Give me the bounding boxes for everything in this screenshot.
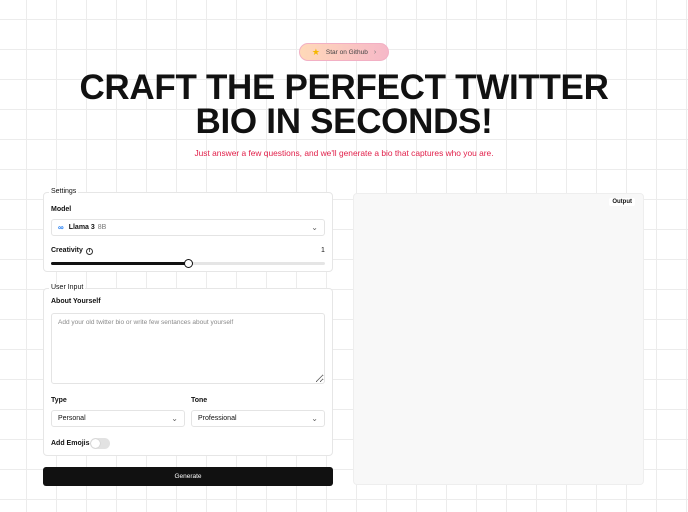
slider-thumb[interactable]	[183, 259, 193, 268]
about-label: About Yourself	[51, 298, 101, 305]
page-title-line-2: BIO IN SECONDS!	[195, 102, 493, 141]
creativity-value: 1	[321, 247, 325, 254]
star-icon: ★	[311, 46, 320, 57]
meta-logo-icon: ∞	[58, 223, 64, 232]
tone-select[interactable]: Professional ⌄	[191, 410, 325, 427]
about-textarea[interactable]	[51, 313, 325, 384]
tone-label: Tone	[191, 397, 208, 404]
chevron-down-icon: ⌄	[311, 223, 318, 232]
star-label: Star on Github	[325, 48, 368, 56]
type-select[interactable]: Personal ⌄	[51, 410, 185, 427]
output-label: Output	[609, 198, 635, 206]
creativity-label: Creativity i	[51, 247, 93, 255]
info-icon[interactable]: i	[85, 248, 93, 255]
toggle-knob	[91, 439, 100, 448]
page-title: CRAFT THE PERFECT TWITTER BIO IN SECONDS…	[0, 70, 688, 141]
model-name: Llama 3	[68, 224, 95, 231]
creativity-label-text: Creativity	[51, 247, 83, 254]
settings-legend: Settings	[49, 188, 79, 195]
tone-value: Professional	[198, 415, 237, 422]
model-size: 8B	[97, 224, 107, 231]
user-input-legend: User Input	[49, 284, 86, 291]
creativity-slider[interactable]	[51, 259, 325, 268]
star-on-github-button[interactable]: ★ Star on Github ›	[299, 43, 389, 61]
type-value: Personal	[58, 415, 86, 422]
slider-fill	[51, 262, 188, 265]
chevron-right-icon: ›	[373, 48, 377, 56]
model-label: Model	[51, 206, 72, 213]
page-subtitle: Just answer a few questions, and we'll g…	[194, 148, 494, 158]
chevron-down-icon: ⌄	[311, 414, 318, 423]
generate-button[interactable]: Generate	[43, 467, 333, 486]
chevron-down-icon: ⌄	[171, 414, 178, 423]
emoji-toggle[interactable]	[90, 438, 110, 449]
type-label: Type	[51, 397, 67, 404]
model-select[interactable]: ∞ Llama 3 8B ⌄	[51, 219, 325, 236]
output-panel: Output	[353, 193, 644, 485]
emoji-label: Add Emojis	[51, 440, 90, 447]
